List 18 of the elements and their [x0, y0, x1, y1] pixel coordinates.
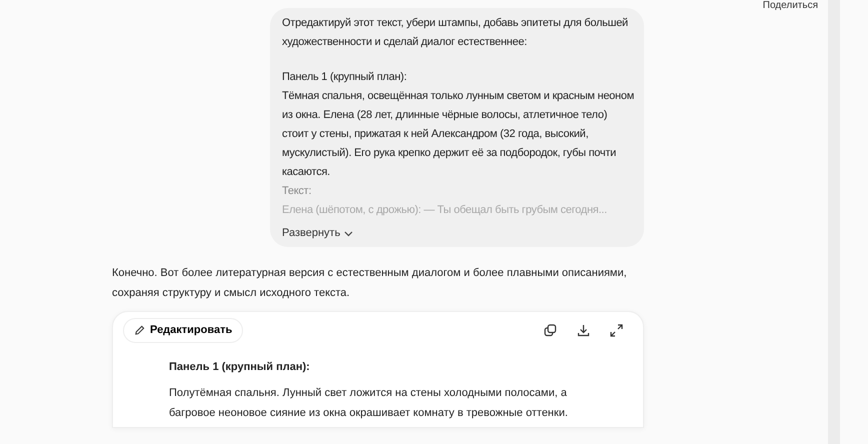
pencil-icon — [134, 324, 145, 336]
expand-button[interactable]: Развернуть — [282, 224, 354, 243]
copy-icon — [544, 324, 557, 337]
section-heading: Панель 1 (крупный план): — [169, 360, 311, 374]
response-text: Конечно. Вот более литературная версия с естественным диалогом и более плавными описаниями, сохраняя структуру и смысл исходного текста. — [112, 266, 628, 301]
download-icon — [577, 324, 590, 337]
message-text: Текст: — [282, 184, 312, 199]
edit-button[interactable]: Редактировать — [123, 318, 244, 342]
message-text: Отредактируй этот текст, убери штампы, добавь эпитеты для большей художественности и сделай диалог естественнее: — [282, 16, 629, 50]
share-button[interactable]: Поделиться — [758, 0, 822, 11]
message-text: Елена (шёпотом, с дрожью): — Ты обещал быть грубым сегодня... — [282, 203, 608, 218]
expand-button[interactable] — [608, 322, 625, 339]
message-text: Панель 1 (крупный план): — [282, 70, 408, 85]
chevron-down-icon — [344, 230, 354, 236]
expand-icon — [610, 324, 623, 337]
message-text: Тёмная спальня, освещённая только лунным светом и красным неоном из окна. Елена (28 лет, длинные чёрные волосы, атлетичное тело) стоит у стены, прижатая к ней Александром (32 года, высокий, мускулистый). Его рука крепко держит её за подбородок, губы почти касаются. — [282, 89, 636, 180]
document-text: Полутёмная спальня. Лунный свет ложится на стены холодными полосами, а багровое неоновое сияние из окна окрашивает комнату в тревожные оттенки. — [169, 386, 569, 421]
copy-button[interactable] — [542, 322, 559, 339]
